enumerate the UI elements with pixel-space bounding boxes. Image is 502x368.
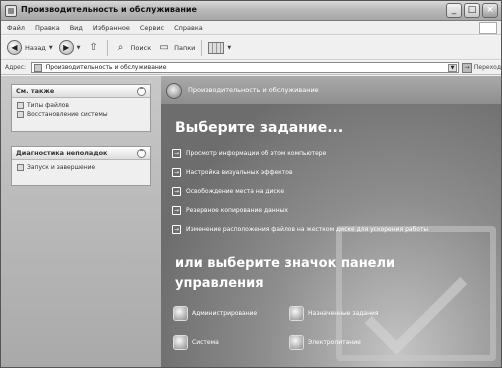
cpl-power-options[interactable]: Электропитание — [289, 335, 361, 350]
cpl-label: Система — [192, 339, 219, 346]
arrow-right-icon: → — [172, 206, 181, 215]
category-view: Производительность и обслуживание Выбери… — [161, 76, 501, 367]
file-types-icon — [17, 102, 24, 109]
menu-favorites[interactable]: Избранное — [93, 24, 130, 32]
administrative-tools-icon — [173, 306, 188, 321]
search-icon: ⌕ — [117, 42, 124, 53]
pick-icon-heading: или выберите значок панели управления — [175, 256, 396, 291]
explorer-window: Производительность и обслуживание _ □ × … — [0, 0, 502, 368]
windows-logo-icon — [479, 22, 497, 34]
task-link[interactable]: → Изменение расположения файлов на жестк… — [172, 220, 428, 239]
performance-category-icon — [166, 83, 182, 99]
task-list: → Просмотр информации об этом компьютере… — [172, 144, 428, 239]
folders-button[interactable]: ▭ Папки — [157, 41, 195, 55]
forward-arrow-icon: ▶ — [58, 40, 74, 55]
link-system-restore[interactable]: Восстановление системы — [17, 110, 145, 119]
search-button[interactable]: ⌕ Поиск — [114, 41, 152, 55]
troubleshoot-title: Диагностика неполадок — [16, 149, 108, 157]
menu-bar: Файл Правка Вид Избранное Сервис Справка — [1, 21, 501, 35]
link-label: Типы файлов — [27, 102, 69, 109]
cpl-system[interactable]: Система — [173, 335, 219, 350]
cpl-label: Электропитание — [308, 339, 361, 346]
go-arrow-icon[interactable]: → — [462, 62, 472, 73]
task-link[interactable]: → Настройка визуальных эффектов — [172, 163, 428, 182]
troubleshoot-panel: Диагностика неполадок ⌃ Запуск и заверше… — [11, 146, 151, 186]
task-label: Резервное копирование данных — [186, 207, 288, 214]
arrow-right-icon: → — [172, 225, 181, 234]
task-pane: См. также ⌃ Типы файлов Восстановление с… — [1, 76, 161, 367]
collapse-chevron-icon[interactable]: ⌃ — [137, 86, 146, 96]
window-icon — [5, 5, 17, 17]
task-link[interactable]: → Освобождение места на диске — [172, 182, 428, 201]
link-label: Запуск и завершение — [27, 164, 96, 171]
title-bar[interactable]: Производительность и обслуживание _ □ × — [1, 1, 501, 21]
address-input[interactable]: Производительность и обслуживание ▼ — [30, 62, 459, 73]
cpl-label: Администрирование — [192, 310, 258, 317]
task-label: Освобождение места на диске — [186, 188, 285, 195]
toolbar: ◀ Назад ▼ ▶ ▼ ⇧ ⌕ Поиск ▭ Папки ▼ — [1, 36, 501, 60]
link-startup-shutdown[interactable]: Запуск и завершение — [17, 163, 145, 172]
address-dropdown-icon[interactable]: ▼ — [448, 64, 457, 72]
forward-button[interactable]: ▶ ▼ — [58, 40, 81, 55]
category-title: Производительность и обслуживание — [188, 86, 319, 94]
views-icon — [208, 41, 225, 54]
cpl-label: Назначенные задания — [308, 310, 379, 317]
task-link[interactable]: → Резервное копирование данных — [172, 201, 428, 220]
cpl-scheduled-tasks[interactable]: Назначенные задания — [289, 306, 379, 321]
address-value: Производительность и обслуживание — [45, 64, 167, 71]
window-title: Производительность и обслуживание — [21, 5, 197, 14]
back-dropdown-icon[interactable]: ▼ — [49, 45, 53, 51]
task-label: Просмотр информации об этом компьютере — [186, 150, 327, 157]
menu-file[interactable]: Файл — [7, 24, 25, 32]
views-button[interactable]: ▼ — [208, 41, 231, 54]
task-label: Настройка визуальных эффектов — [186, 169, 293, 176]
folders-label: Папки — [174, 43, 196, 52]
back-button[interactable]: ◀ Назад ▼ — [7, 40, 53, 55]
arrow-right-icon: → — [172, 187, 181, 196]
see-also-header[interactable]: См. также ⌃ — [12, 85, 150, 98]
scheduled-tasks-icon — [289, 306, 304, 321]
category-header: Производительность и обслуживание — [161, 76, 501, 104]
troubleshoot-header[interactable]: Диагностика неполадок ⌃ — [12, 147, 150, 160]
see-also-title: См. также — [16, 87, 55, 95]
go-button[interactable]: Переход — [474, 64, 501, 71]
address-label: Адрес: — [5, 64, 27, 71]
system-restore-icon — [17, 111, 24, 118]
folders-icon: ▭ — [159, 42, 169, 53]
system-icon — [173, 335, 188, 350]
back-label: Назад — [25, 43, 46, 52]
minimize-button[interactable]: _ — [446, 3, 462, 18]
task-link[interactable]: → Просмотр информации об этом компьютере — [172, 144, 428, 163]
menu-tools[interactable]: Сервис — [140, 24, 164, 32]
power-options-icon — [289, 335, 304, 350]
forward-dropdown-icon[interactable]: ▼ — [77, 45, 81, 51]
back-arrow-icon: ◀ — [7, 40, 22, 55]
views-dropdown-icon[interactable]: ▼ — [227, 45, 231, 51]
menu-view[interactable]: Вид — [70, 24, 83, 32]
folder-icon — [33, 64, 42, 72]
collapse-chevron-icon[interactable]: ⌃ — [137, 148, 146, 158]
arrow-right-icon: → — [172, 149, 181, 158]
up-folder-icon[interactable]: ⇧ — [87, 41, 101, 55]
link-label: Восстановление системы — [27, 111, 108, 118]
see-also-panel: См. также ⌃ Типы файлов Восстановление с… — [11, 84, 151, 132]
link-file-types[interactable]: Типы файлов — [17, 101, 145, 110]
task-label: Изменение расположения файлов на жестком… — [186, 226, 429, 233]
arrow-right-icon: → — [172, 168, 181, 177]
help-icon — [17, 164, 24, 171]
menu-help[interactable]: Справка — [174, 24, 203, 32]
cpl-administrative-tools[interactable]: Администрирование — [173, 306, 257, 321]
address-bar: Адрес: Производительность и обслуживание… — [1, 61, 501, 75]
maximize-button[interactable]: □ — [464, 3, 480, 18]
toolbar-divider — [201, 39, 203, 56]
toolbar-divider — [106, 39, 108, 56]
search-label: Поиск — [130, 43, 152, 52]
pick-task-heading: Выберите задание... — [175, 120, 344, 136]
close-button[interactable]: × — [482, 3, 498, 18]
menu-edit[interactable]: Правка — [35, 24, 60, 32]
